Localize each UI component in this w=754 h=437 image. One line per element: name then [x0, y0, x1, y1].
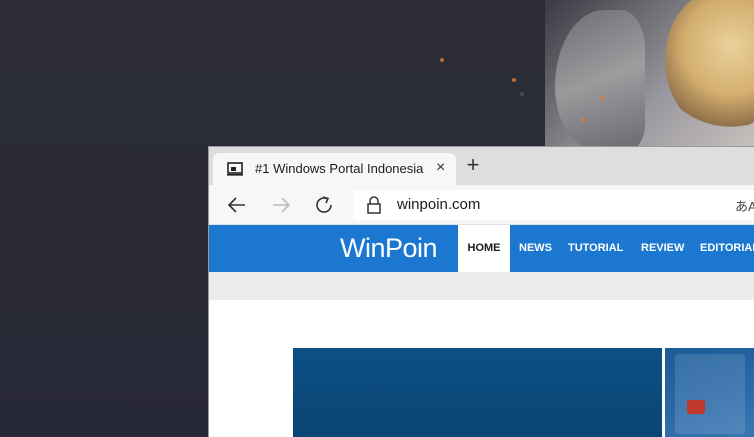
forward-arrow-icon[interactable]: [269, 193, 293, 217]
new-tab-button[interactable]: +: [462, 154, 484, 177]
address-bar[interactable]: winpoin.com あA: [353, 190, 754, 220]
browser-window: #1 Windows Portal Indonesia × + winpoin.…: [208, 146, 754, 437]
side-article-image[interactable]: [665, 348, 754, 437]
nav-editorial[interactable]: EDITORIAL: [700, 225, 754, 272]
nav-home[interactable]: HOME: [458, 225, 510, 272]
nav-review[interactable]: REVIEW: [641, 225, 684, 272]
tab-title: #1 Windows Portal Indonesia: [255, 161, 424, 176]
tab-strip: #1 Windows Portal Indonesia × +: [209, 147, 754, 185]
featured-article-image[interactable]: [293, 348, 662, 437]
laptop-icon: [227, 162, 243, 176]
back-arrow-icon[interactable]: [225, 193, 249, 217]
nav-tutorial[interactable]: TUTORIAL: [568, 225, 623, 272]
nav-news[interactable]: NEWS: [519, 225, 552, 272]
site-navbar: WinPoin HOME NEWS TUTORIAL REVIEW EDITOR…: [209, 225, 754, 272]
close-tab-icon[interactable]: ×: [436, 159, 445, 177]
page-content: [209, 300, 754, 437]
lock-icon: [367, 196, 381, 214]
browser-tab[interactable]: #1 Windows Portal Indonesia ×: [213, 153, 456, 185]
refresh-icon[interactable]: [312, 193, 336, 217]
ad-band: [209, 272, 754, 300]
url-text: winpoin.com: [397, 196, 481, 213]
desktop-background: #1 Windows Portal Indonesia × + winpoin.…: [0, 0, 754, 437]
site-logo[interactable]: WinPoin: [340, 233, 438, 264]
translate-icon[interactable]: あA: [735, 196, 754, 215]
browser-toolbar: winpoin.com あA: [209, 185, 754, 225]
wallpaper-art: [545, 0, 754, 150]
